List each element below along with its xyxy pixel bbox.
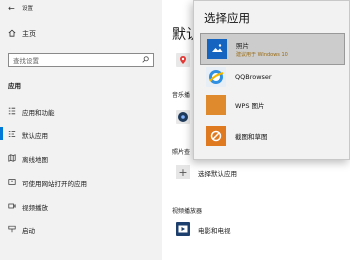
website-apps-icon	[8, 178, 22, 188]
photos-app-icon	[207, 39, 227, 59]
sidebar-item-label: 视频播放	[22, 204, 48, 212]
sidebar-item-label: 离线地图	[22, 156, 48, 164]
popup-title: 选择应用	[204, 11, 250, 25]
settings-sidebar: ← 设置 主页 查找设置 应用 应用和功能 默认应用 离线地图 可使用网站打开的…	[0, 0, 162, 260]
photo-viewer-label: 照片查	[172, 149, 191, 156]
sidebar-item-startup[interactable]: 启动	[8, 225, 35, 235]
search-icon[interactable]	[142, 55, 149, 65]
sidebar-item-label: 启动	[22, 227, 35, 235]
wps-pictures-icon	[206, 95, 226, 115]
home-label: 主页	[22, 30, 36, 38]
sidebar-item-video-playback[interactable]: 视频播放	[8, 202, 48, 212]
sidebar-item-label: 可使用网站打开的应用	[22, 180, 87, 188]
choose-app-popup: 选择应用 照片 建议用于 Windows 10 QQBrowser WPS 图片…	[193, 0, 350, 160]
search-placeholder: 查找设置	[13, 57, 39, 65]
sidebar-item-label: 默认应用	[22, 132, 48, 140]
offline-map-icon	[8, 154, 22, 164]
window-titlebar: ← 设置	[8, 3, 33, 13]
window-title: 设置	[22, 6, 34, 12]
movies-tv-icon[interactable]	[176, 222, 190, 236]
app-option-name: WPS 图片	[235, 102, 265, 110]
sidebar-item-default-apps[interactable]: 默认应用	[0, 127, 48, 140]
settings-search-input[interactable]: 查找设置	[8, 53, 154, 67]
home-link[interactable]: 主页	[8, 29, 36, 39]
map-app-icon[interactable]	[176, 53, 190, 67]
home-icon	[8, 29, 22, 39]
back-button[interactable]: ←	[8, 4, 22, 13]
app-option-name: 截图和草图	[235, 133, 268, 141]
video-app-name[interactable]: 电影和电视	[198, 225, 231, 235]
sidebar-item-website-apps[interactable]: 可使用网站打开的应用	[8, 178, 87, 188]
app-option-name: 照片	[236, 42, 249, 50]
app-option-name: QQBrowser	[235, 73, 272, 81]
add-default-app-button[interactable]: +	[176, 165, 190, 179]
sidebar-item-apps-features[interactable]: 应用和功能	[8, 107, 55, 117]
app-option-recommendation: 建议用于 Windows 10	[236, 52, 288, 58]
choose-default-app-link[interactable]: 选择默认应用	[198, 168, 237, 178]
qqbrowser-icon	[206, 67, 226, 87]
startup-icon	[8, 225, 22, 235]
snip-sketch-icon	[206, 126, 226, 146]
default-apps-icon	[8, 130, 22, 140]
video-player-label: 视频播放器	[172, 208, 203, 215]
app-option-snip-sketch[interactable]: 截图和草图	[200, 120, 345, 152]
app-option-wps-pictures[interactable]: WPS 图片	[200, 89, 345, 121]
sidebar-item-offline-maps[interactable]: 离线地图	[8, 154, 48, 164]
section-heading-apps: 应用	[8, 82, 21, 90]
video-playback-icon	[8, 202, 22, 212]
music-app-icon[interactable]	[176, 110, 190, 124]
sidebar-item-label: 应用和功能	[22, 109, 55, 117]
music-player-label: 音乐播	[172, 92, 191, 99]
apps-list-icon	[8, 107, 22, 117]
